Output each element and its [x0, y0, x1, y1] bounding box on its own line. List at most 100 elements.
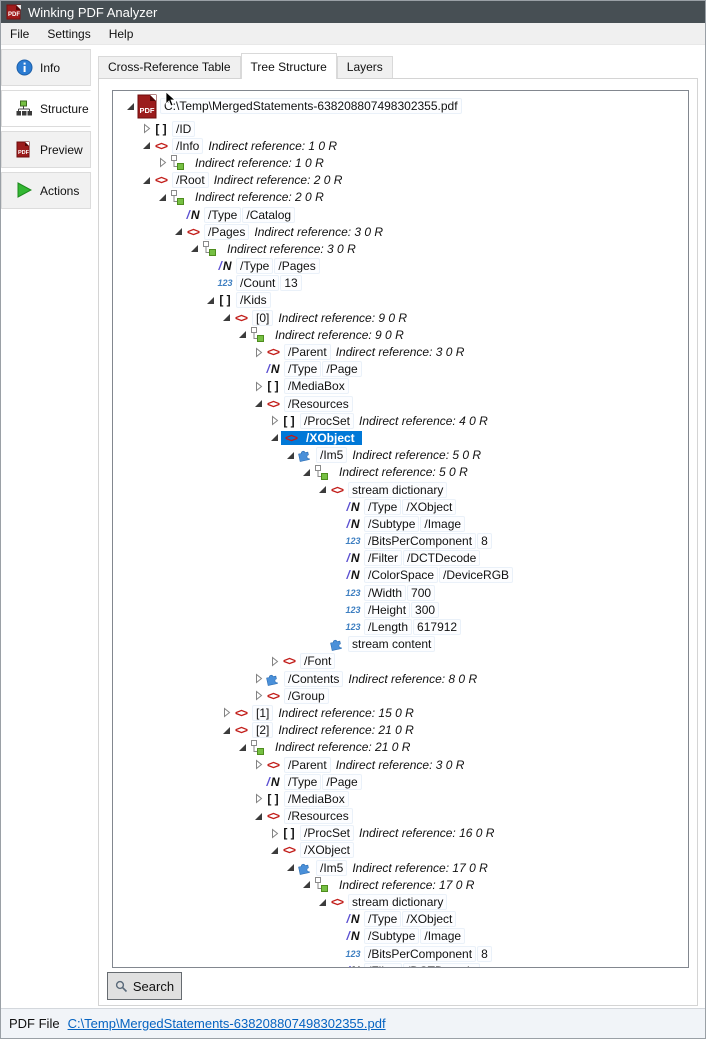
- collapse-icon[interactable]: [219, 312, 233, 324]
- tree-node-type[interactable]: /N/Type/Catalog: [123, 206, 688, 223]
- tree-node-id[interactable]: [ ]/ID: [123, 120, 688, 137]
- tree-node-indirect-reference[interactable]: Indirect reference: 3 0 R: [123, 240, 688, 257]
- tree-node-contents[interactable]: /ContentsIndirect reference: 8 0 R: [123, 670, 688, 687]
- collapse-icon[interactable]: [187, 243, 201, 255]
- pdf-tree[interactable]: PDFC:\Temp\MergedStatements-638208807498…: [112, 90, 689, 968]
- collapse-icon[interactable]: [283, 862, 297, 874]
- tree-node-im5[interactable]: /Im5Indirect reference: 17 0 R: [123, 859, 688, 876]
- tree-node-height[interactable]: 123/Height300: [123, 601, 688, 618]
- tree-node-parent[interactable]: <>/ParentIndirect reference: 3 0 R: [123, 756, 688, 773]
- tree-node-type[interactable]: /N/Type/Pages: [123, 258, 688, 275]
- collapse-icon[interactable]: [315, 896, 329, 908]
- sidebar-item-preview[interactable]: PDFPreview: [1, 131, 91, 168]
- tree-node-xobject[interactable]: <>/XObject: [123, 429, 688, 446]
- menu-item-file[interactable]: File: [1, 24, 38, 44]
- pdf-file-link[interactable]: C:\Temp\MergedStatements-638208807498302…: [68, 1016, 386, 1031]
- tree-node-filter[interactable]: /N/Filter/DCTDecode: [123, 962, 688, 968]
- search-button[interactable]: Search: [107, 972, 182, 1000]
- tree-node-procset[interactable]: [ ]/ProcSetIndirect reference: 16 0 R: [123, 825, 688, 842]
- collapse-icon[interactable]: [283, 449, 297, 461]
- tree-node-indirect-reference[interactable]: Indirect reference: 21 0 R: [123, 739, 688, 756]
- node-label: /MediaBox: [285, 792, 348, 806]
- expand-icon[interactable]: [251, 673, 265, 685]
- collapse-icon[interactable]: [123, 100, 137, 112]
- collapse-icon[interactable]: [299, 879, 313, 891]
- tree-node-indirect-reference[interactable]: Indirect reference: 9 0 R: [123, 326, 688, 343]
- tree-node-indirect-reference[interactable]: Indirect reference: 5 0 R: [123, 464, 688, 481]
- tree-node-length[interactable]: 123/Length617912: [123, 618, 688, 635]
- collapse-icon[interactable]: [203, 294, 217, 306]
- collapse-icon[interactable]: [235, 329, 249, 341]
- tree-node-type[interactable]: /N/Type/Page: [123, 773, 688, 790]
- indent: [123, 541, 331, 542]
- expand-icon[interactable]: [267, 827, 281, 839]
- collapse-icon[interactable]: [139, 174, 153, 186]
- expand-icon[interactable]: [139, 123, 153, 135]
- expand-icon[interactable]: [251, 793, 265, 805]
- expand-icon[interactable]: [155, 157, 169, 169]
- tab-cross-reference-table[interactable]: Cross-Reference Table: [98, 56, 241, 78]
- collapse-icon[interactable]: [315, 484, 329, 496]
- tree-node-kids[interactable]: [ ]/Kids: [123, 292, 688, 309]
- expand-icon[interactable]: [219, 707, 233, 719]
- expand-icon[interactable]: [251, 346, 265, 358]
- expander-spacer: [331, 552, 345, 564]
- collapse-icon[interactable]: [219, 724, 233, 736]
- tree-node-count[interactable]: 123/Count13: [123, 275, 688, 292]
- tree-node-2[interactable]: <>[2]Indirect reference: 21 0 R: [123, 722, 688, 739]
- menu-item-settings[interactable]: Settings: [38, 24, 99, 44]
- expand-icon[interactable]: [267, 415, 281, 427]
- tree-node-stream-dictionary[interactable]: <>stream dictionary: [123, 893, 688, 910]
- collapse-icon[interactable]: [299, 466, 313, 478]
- tree-node-bitspercomponent[interactable]: 123/BitsPerComponent8: [123, 533, 688, 550]
- sidebar-item-actions[interactable]: Actions: [1, 172, 91, 209]
- tree-node-type[interactable]: /N/Type/Page: [123, 361, 688, 378]
- tree-node-filter[interactable]: /N/Filter/DCTDecode: [123, 550, 688, 567]
- tree-node-1[interactable]: <>[1]Indirect reference: 15 0 R: [123, 704, 688, 721]
- expand-icon[interactable]: [251, 759, 265, 771]
- tree-node-root[interactable]: <>/RootIndirect reference: 2 0 R: [123, 172, 688, 189]
- tree-node-0[interactable]: <>[0]Indirect reference: 9 0 R: [123, 309, 688, 326]
- tab-layers[interactable]: Layers: [337, 56, 393, 78]
- tree-node-width[interactable]: 123/Width700: [123, 584, 688, 601]
- sidebar-item-info[interactable]: Info: [1, 49, 91, 86]
- menu-item-help[interactable]: Help: [100, 24, 143, 44]
- tree-node-pages[interactable]: <>/PagesIndirect reference: 3 0 R: [123, 223, 688, 240]
- tree-node-c-temp-mergedstatements-638208807498302355-pdf[interactable]: PDFC:\Temp\MergedStatements-638208807498…: [123, 92, 688, 120]
- tab-tree-structure[interactable]: Tree Structure: [241, 53, 337, 79]
- collapse-icon[interactable]: [139, 140, 153, 152]
- tree-node-mediabox[interactable]: [ ]/MediaBox: [123, 790, 688, 807]
- tree-node-mediabox[interactable]: [ ]/MediaBox: [123, 378, 688, 395]
- collapse-icon[interactable]: [235, 741, 249, 753]
- tree-node-colorspace[interactable]: /N/ColorSpace/DeviceRGB: [123, 567, 688, 584]
- tree-node-subtype[interactable]: /N/Subtype/Image: [123, 515, 688, 532]
- collapse-icon[interactable]: [155, 191, 169, 203]
- tree-node-type[interactable]: /N/Type/XObject: [123, 911, 688, 928]
- tree-node-indirect-reference[interactable]: Indirect reference: 2 0 R: [123, 189, 688, 206]
- tree-node-stream-content[interactable]: stream content: [123, 636, 688, 653]
- tree-node-group[interactable]: <>/Group: [123, 687, 688, 704]
- tree-node-stream-dictionary[interactable]: <>stream dictionary: [123, 481, 688, 498]
- tree-node-parent[interactable]: <>/ParentIndirect reference: 3 0 R: [123, 343, 688, 360]
- tree-node-subtype[interactable]: /N/Subtype/Image: [123, 928, 688, 945]
- tree-node-bitspercomponent[interactable]: 123/BitsPerComponent8: [123, 945, 688, 962]
- tree-node-info[interactable]: <>/InfoIndirect reference: 1 0 R: [123, 137, 688, 154]
- sidebar-item-structure[interactable]: Structure: [1, 90, 91, 127]
- collapse-icon[interactable]: [267, 844, 281, 856]
- tree-node-indirect-reference[interactable]: Indirect reference: 1 0 R: [123, 154, 688, 171]
- tree-node-im5[interactable]: /Im5Indirect reference: 5 0 R: [123, 447, 688, 464]
- tree-node-font[interactable]: <>/Font: [123, 653, 688, 670]
- tree-node-indirect-reference[interactable]: Indirect reference: 17 0 R: [123, 876, 688, 893]
- collapse-icon[interactable]: [267, 432, 281, 444]
- tree-node-resources[interactable]: <>/Resources: [123, 808, 688, 825]
- collapse-icon[interactable]: [171, 226, 185, 238]
- tree-node-xobject[interactable]: <>/XObject: [123, 842, 688, 859]
- tree-node-procset[interactable]: [ ]/ProcSetIndirect reference: 4 0 R: [123, 412, 688, 429]
- expand-icon[interactable]: [251, 380, 265, 392]
- tree-node-type[interactable]: /N/Type/XObject: [123, 498, 688, 515]
- collapse-icon[interactable]: [251, 810, 265, 822]
- collapse-icon[interactable]: [251, 398, 265, 410]
- tree-node-resources[interactable]: <>/Resources: [123, 395, 688, 412]
- expand-icon[interactable]: [251, 690, 265, 702]
- expand-icon[interactable]: [267, 655, 281, 667]
